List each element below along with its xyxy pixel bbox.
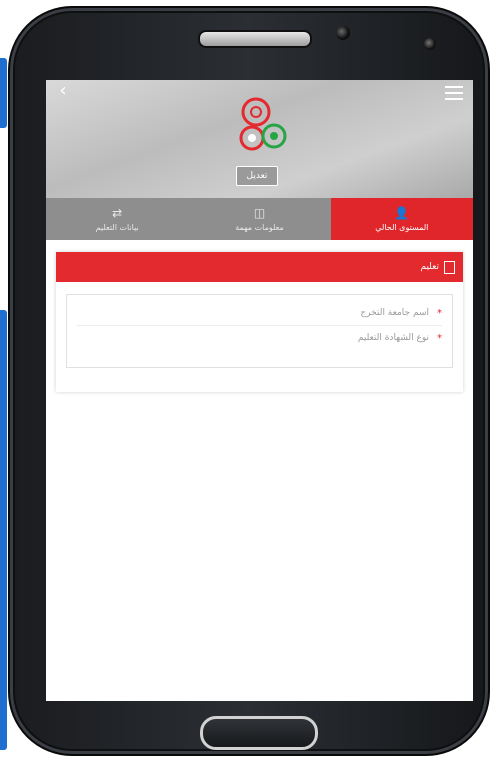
panel-title: تعليم — [420, 262, 439, 272]
tab-education-data[interactable]: ⇄ بيانات التعليم — [46, 198, 188, 240]
side-strip-bottom — [0, 310, 7, 750]
proximity-sensor — [424, 38, 436, 50]
tab-label: معلومات مهمة — [235, 223, 284, 232]
tab-important-info[interactable]: ◫ معلومات مهمة — [188, 198, 330, 240]
side-strip-top — [0, 58, 7, 128]
app-screen: ‹ تعديل 👤 المستوى الحالي ◫ معلومات مهمة … — [46, 80, 473, 701]
back-arrow-icon[interactable]: ‹ — [54, 82, 72, 100]
menu-icon[interactable] — [445, 86, 463, 100]
phone-frame: ‹ تعديل 👤 المستوى الحالي ◫ معلومات مهمة … — [8, 6, 490, 756]
field-label: نوع الشهادة التعليم — [357, 333, 429, 343]
panel-header: تعليم — [56, 252, 463, 282]
education-form: * اسم جامعة التخرج * نوع الشهادة التعليم — [66, 294, 453, 368]
speaker-grille — [198, 30, 312, 48]
tab-bar: 👤 المستوى الحالي ◫ معلومات مهمة ⇄ بيانات… — [46, 198, 473, 240]
document-icon — [444, 260, 455, 274]
home-button[interactable] — [200, 716, 318, 750]
tab-label: المستوى الحالي — [375, 223, 429, 232]
required-mark: * — [437, 307, 442, 319]
education-panel: تعليم * اسم جامعة التخرج * نوع الشهادة ا… — [56, 252, 463, 392]
app-logo — [239, 97, 287, 151]
university-field[interactable]: * اسم جامعة التخرج — [77, 301, 442, 326]
shuffle-icon: ⇄ — [112, 206, 123, 220]
info-icon: ◫ — [253, 206, 266, 220]
certificate-type-field[interactable]: * نوع الشهادة التعليم — [77, 326, 442, 350]
required-mark: * — [437, 332, 442, 344]
tab-label: بيانات التعليم — [95, 223, 139, 232]
profile-header: ‹ تعديل — [46, 80, 473, 198]
panel-body: * اسم جامعة التخرج * نوع الشهادة التعليم — [56, 282, 463, 380]
edit-profile-button[interactable]: تعديل — [236, 166, 278, 186]
user-icon: 👤 — [394, 206, 410, 220]
front-camera — [336, 26, 350, 40]
field-label: اسم جامعة التخرج — [360, 308, 429, 318]
tab-current-level[interactable]: 👤 المستوى الحالي — [330, 198, 473, 240]
